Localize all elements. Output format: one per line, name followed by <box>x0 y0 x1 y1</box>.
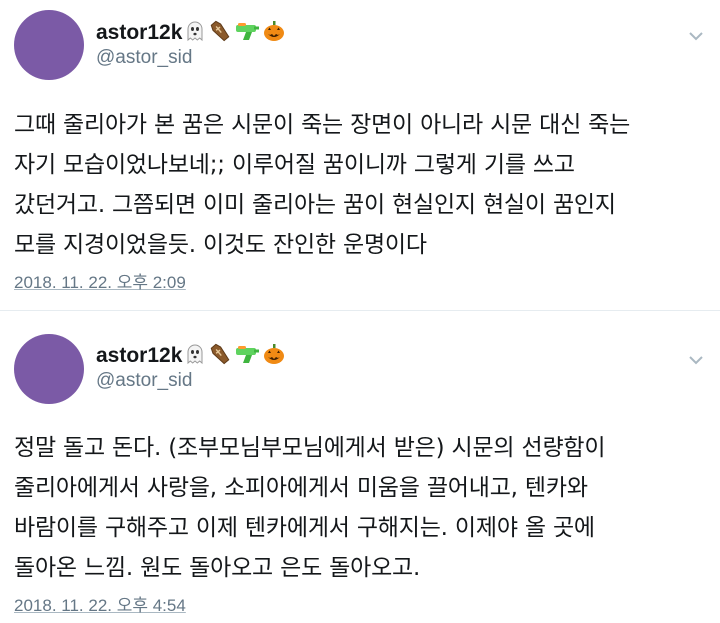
author-name[interactable]: astor12k <box>96 344 182 368</box>
water-pistol-icon <box>234 343 260 369</box>
jack-o-lantern-icon <box>262 20 286 46</box>
tweet-text-line: 바람이를 구해주고 이제 텐카에게서 구해지는. 이제야 올 곳에 <box>14 515 595 541</box>
author-handle[interactable]: @astor_sid <box>96 370 192 392</box>
tweet-text-line: 모를 지경이었을듯. 이것도 잔인한 운명이다 <box>14 232 427 258</box>
author-name[interactable]: astor12k <box>96 21 182 45</box>
timestamp-link[interactable]: 2018. 11. 22. 오후 4:54 <box>14 591 186 616</box>
tweet[interactable]: astor12k @astor_sid 그때 줄리아가 본 꿈은 시문이 죽는 … <box>0 0 720 310</box>
chevron-down-icon[interactable] <box>688 354 704 366</box>
tweet-text-line: 그때 줄리아가 본 꿈은 시문이 죽는 장면이 아니라 시문 대신 죽는 <box>14 112 631 138</box>
tweet-text: 그때 줄리아가 본 꿈은 시문이 죽는 장면이 아니라 시문 대신 죽는 자기 … <box>14 105 704 265</box>
tweet-text-line: 정말 돌고 돈다. (조부모님부모님에게서 받은) 시문의 선량함이 <box>14 435 606 461</box>
coffin-icon <box>208 343 232 369</box>
tweet[interactable]: astor12k @astor_sid 정말 돌고 돈다. (조부모님부모님에게… <box>0 310 720 623</box>
timestamp-link[interactable]: 2018. 11. 22. 오후 2:09 <box>14 268 186 293</box>
water-pistol-icon <box>234 20 260 46</box>
tweet-text-line: 자기 모습이었나보네;; 이루어질 꿈이니까 그렇게 기를 쓰고 <box>14 152 575 178</box>
author-name-row[interactable]: astor12k <box>96 20 286 46</box>
tweet-text-line: 갔던거고. 그쯤되면 이미 줄리아는 꿈이 현실인지 현실이 꿈인지 <box>14 192 616 218</box>
author-handle[interactable]: @astor_sid <box>96 47 192 69</box>
ghost-icon <box>184 343 206 369</box>
jack-o-lantern-icon <box>262 343 286 369</box>
coffin-icon <box>208 20 232 46</box>
tweet-text-line: 돌아온 느낌. 원도 돌아오고 은도 돌아오고. <box>14 555 421 581</box>
tweet-text: 정말 돌고 돈다. (조부모님부모님에게서 받은) 시문의 선량함이 줄리아에게… <box>14 428 704 588</box>
chevron-down-icon[interactable] <box>688 30 704 42</box>
ghost-icon <box>184 20 206 46</box>
avatar[interactable] <box>14 10 84 80</box>
avatar[interactable] <box>14 334 84 404</box>
author-name-row[interactable]: astor12k <box>96 343 286 369</box>
tweet-text-line: 줄리아에게서 사랑을, 소피아에게서 미움을 끌어내고, 텐카와 <box>14 475 588 501</box>
